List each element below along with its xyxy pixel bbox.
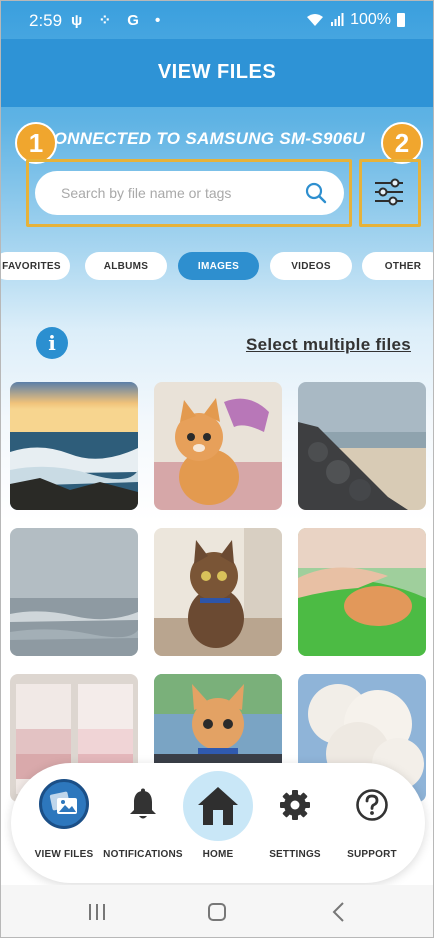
home-icon-wrap	[194, 782, 242, 830]
bottom-navigation: VIEW FILES NOTIFICATIONS HOME SETTINGS S…	[11, 763, 425, 883]
select-multiple-link[interactable]: Select multiple files	[246, 335, 411, 355]
system-navigation-bar	[1, 885, 433, 937]
image-thumbnail-ocean-sunset[interactable]	[10, 382, 138, 510]
tabby-cat-image	[154, 528, 282, 656]
search-icon[interactable]	[304, 181, 328, 205]
info-icon[interactable]: i	[36, 327, 68, 359]
filter-button[interactable]	[363, 166, 415, 218]
signal-icon	[331, 13, 344, 26]
kitten-toy-image	[154, 382, 282, 510]
battery-percent: 100%	[350, 11, 391, 28]
tab-videos[interactable]: VIDEOS	[270, 252, 352, 280]
sliders-icon	[375, 178, 403, 206]
gear-icon-wrap	[271, 781, 319, 829]
app-screen: 2:59 ψ ⁘ G • 100% VIEW FILES CONNECTED T…	[0, 0, 434, 938]
connection-status: CONNECTED TO SAMSUNG SM-S906U	[41, 129, 365, 148]
nav-home[interactable]: HOME	[176, 763, 260, 883]
home-icon	[198, 787, 238, 825]
nav-label-support: SUPPORT	[347, 849, 397, 860]
nav-label-notifications: NOTIFICATIONS	[103, 849, 183, 860]
nav-view-files[interactable]: VIEW FILES	[22, 763, 106, 883]
recents-icon	[89, 904, 105, 920]
nav-label-view-files: VIEW FILES	[34, 849, 94, 860]
home-square-icon	[208, 903, 226, 921]
nav-notifications[interactable]: NOTIFICATIONS	[101, 763, 185, 883]
sleeping-kitten-image	[298, 528, 426, 656]
nav-support[interactable]: SUPPORT	[330, 763, 414, 883]
tab-images[interactable]: IMAGES	[178, 252, 259, 280]
back-chevron-icon	[332, 902, 344, 922]
wifi-icon	[307, 14, 324, 26]
bell-icon	[130, 788, 156, 819]
image-thumbnail-tabby-cat[interactable]	[154, 528, 282, 656]
status-bar: 2:59 ψ ⁘ G • 100%	[1, 1, 433, 39]
tab-other[interactable]: OTHER	[362, 252, 433, 280]
tab-favorites[interactable]: FAVORITES	[1, 252, 70, 280]
category-tabs: FAVORITES ALBUMS IMAGES VIDEOS OTHER	[1, 252, 433, 280]
header-bar: VIEW FILES	[1, 39, 433, 107]
help-icon	[356, 789, 388, 821]
image-thumbnail-sleeping-kitten[interactable]	[298, 528, 426, 656]
images-icon	[49, 791, 77, 814]
image-thumbnail-jetty[interactable]	[298, 382, 426, 510]
ocean-sunset-image	[10, 382, 138, 510]
callout-badge-2: 2	[381, 122, 423, 164]
jetty-image	[298, 382, 426, 510]
image-thumbnail-foggy-sea[interactable]	[10, 528, 138, 656]
tab-albums[interactable]: ALBUMS	[85, 252, 167, 280]
image-thumbnail-kitten-toy[interactable]	[154, 382, 282, 510]
gear-icon	[280, 790, 310, 820]
nav-label-home: HOME	[202, 849, 234, 860]
home-system-button[interactable]	[203, 899, 231, 925]
status-time: 2:59	[29, 11, 63, 30]
search-input[interactable]	[61, 171, 291, 215]
callout-badge-1: 1	[15, 122, 57, 164]
search-field[interactable]	[35, 171, 344, 215]
recents-button[interactable]	[83, 899, 111, 925]
nav-label-settings: SETTINGS	[269, 849, 321, 860]
nav-settings[interactable]: SETTINGS	[253, 763, 337, 883]
foggy-sea-image	[10, 528, 138, 656]
notification-icons: ψ ⁘ G •	[71, 12, 167, 29]
status-right: 100%	[306, 11, 405, 29]
view-files-icon-circle	[39, 779, 89, 829]
battery-icon	[397, 13, 405, 27]
page-title: VIEW FILES	[157, 61, 277, 83]
help-icon-wrap	[348, 781, 396, 829]
bell-icon-wrap	[119, 781, 167, 829]
back-button[interactable]	[325, 899, 353, 925]
